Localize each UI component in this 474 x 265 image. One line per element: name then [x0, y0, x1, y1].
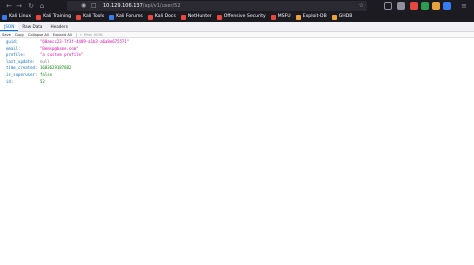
divider — [75, 32, 77, 37]
exploit-db-icon — [295, 14, 301, 20]
filter-icon: ▿ — [79, 32, 82, 37]
json-value: 52 — [40, 78, 45, 84]
bookmark-exploit-db[interactable]: Exploit-DB — [295, 12, 327, 22]
json-value: null — [40, 58, 50, 64]
browser-toolbar: ← → ↻ ⌂ ◉ □ 10.129.106.137/api/v1/user/5… — [0, 0, 474, 12]
json-row: id: 52 — [0, 79, 474, 86]
filter-field[interactable]: ▿ Filter JSON — [80, 32, 103, 38]
forward-icon[interactable]: → — [14, 1, 24, 11]
json-value: "Bemsp@bsme.com" — [40, 45, 79, 51]
json-value: "60aecc23-7f3f-4489-a1b3-a6a8e675571" — [40, 39, 130, 44]
json-row: guid: "60aecc23-7f3f-4489-a1b3-a6a8e67557… — [0, 39, 474, 46]
collapse-all-button[interactable]: Collapse All — [28, 32, 49, 38]
kali-icon — [2, 14, 7, 20]
bookmark-nethunter[interactable]: NetHunter — [180, 12, 212, 22]
bookmarks-bar: Kali Linux Kali Training Kali Tools Kali… — [0, 12, 474, 22]
menu-icon[interactable]: ≡ — [459, 1, 469, 11]
json-key: profile: — [6, 52, 26, 58]
tab-headers[interactable]: Headers — [46, 22, 71, 31]
bookmark-msfu[interactable]: MSFU — [270, 12, 291, 22]
extension-icon[interactable] — [421, 2, 429, 10]
kali-forums-icon — [109, 14, 115, 20]
url-host: 10.129.106.137 — [103, 3, 143, 9]
url-bar[interactable]: ◉ □ 10.129.106.137/api/v1/user/52 ☆ — [67, 1, 367, 11]
save-button[interactable]: Save — [2, 32, 11, 38]
extension-icon[interactable] — [443, 2, 451, 10]
extension-icon[interactable] — [432, 2, 440, 10]
nethunter-icon — [180, 14, 186, 20]
kali-training-icon — [36, 14, 42, 20]
json-row: last_update: null — [0, 59, 474, 66]
page-icon[interactable]: □ — [91, 1, 97, 11]
json-row: is_superuser: false — [0, 72, 474, 79]
kali-docs-icon — [147, 14, 153, 20]
json-key: email: — [6, 45, 21, 51]
tab-json[interactable]: JSON — [0, 22, 19, 31]
json-row: email: "Bemsp@bsme.com" — [0, 46, 474, 53]
reload-icon[interactable]: ↻ — [26, 1, 36, 11]
bookmark-kali-training[interactable]: Kali Training — [36, 12, 71, 22]
filter-placeholder: Filter JSON — [83, 32, 103, 37]
json-row: profile: "a custom profile" — [0, 52, 474, 59]
bookmark-kali-tools[interactable]: Kali Tools — [76, 12, 104, 22]
back-icon[interactable]: ← — [4, 1, 14, 11]
extension-icon[interactable] — [410, 2, 418, 10]
offsec-icon — [216, 14, 222, 20]
bookmark-ghdb[interactable]: GHDB — [331, 12, 352, 22]
json-value: 1683629187882 — [40, 65, 72, 71]
json-value: "a custom profile" — [40, 52, 84, 58]
json-key: guid: — [6, 39, 19, 44]
expand-all-button[interactable]: Expand All — [53, 32, 72, 38]
copy-button[interactable]: Copy — [15, 32, 24, 38]
library-icon[interactable] — [384, 2, 392, 10]
json-key: time_created: — [6, 65, 38, 71]
bookmark-kali-linux[interactable]: Kali Linux — [2, 12, 31, 22]
bookmark-offensive-security[interactable]: Offensive Security — [216, 12, 266, 22]
home-icon[interactable]: ⌂ — [37, 1, 47, 11]
ghdb-icon — [331, 14, 337, 20]
viewer-toolbar: Save Copy Collapse All Expand All ▿ Filt… — [0, 32, 474, 38]
star-icon[interactable]: ☆ — [359, 1, 364, 11]
json-row: time_created: 1683629187882 — [0, 65, 474, 72]
json-key: is_superuser: — [6, 71, 38, 77]
json-key: last_update: — [6, 58, 35, 64]
shield-icon[interactable]: ◉ — [81, 1, 86, 11]
bookmark-kali-docs[interactable]: Kali Docs — [147, 12, 176, 22]
json-key: id: — [6, 78, 14, 84]
kali-tools-icon — [76, 14, 82, 20]
tab-raw-data[interactable]: Raw Data — [18, 22, 46, 31]
bookmark-kali-forums[interactable]: Kali Forums — [109, 12, 143, 22]
url-path: /api/v1/user/52 — [142, 3, 181, 9]
msfu-icon — [270, 14, 276, 20]
viewer-tabs: JSON Raw Data Headers — [0, 22, 474, 32]
json-value: false — [40, 71, 53, 77]
sidebar-icon[interactable] — [397, 2, 405, 10]
json-tree: guid: "60aecc23-7f3f-4489-a1b3-a6a8e67557… — [0, 39, 474, 85]
url-text[interactable]: 10.129.106.137/api/v1/user/52 — [103, 1, 181, 11]
